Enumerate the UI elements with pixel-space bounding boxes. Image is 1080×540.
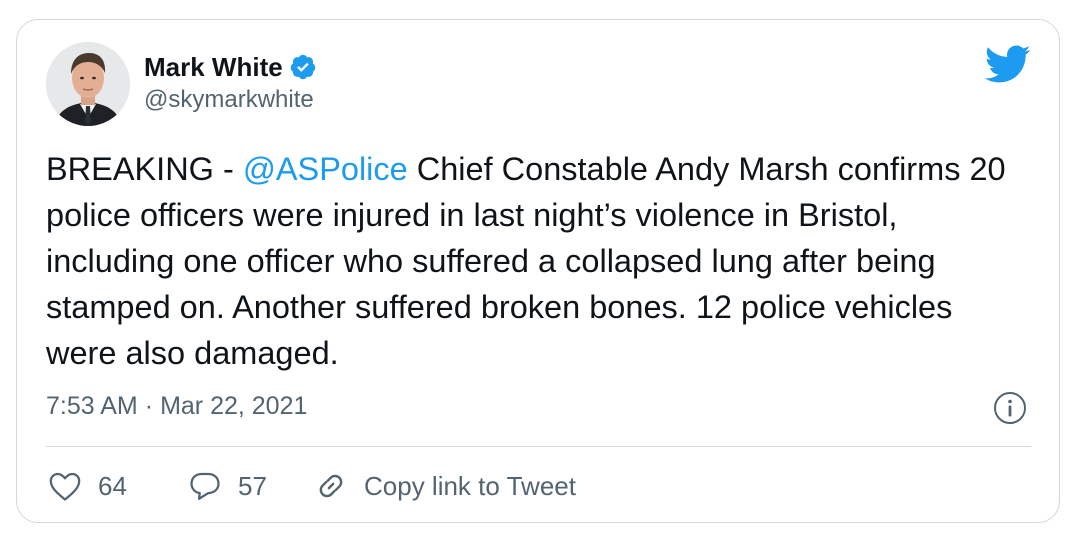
tweet-date[interactable]: Mar 22, 2021 [160, 392, 307, 420]
reply-bubble-icon [190, 472, 220, 500]
avatar[interactable] [46, 42, 130, 126]
tweet-text: BREAKING - @ASPolice Chief Constable And… [46, 146, 1006, 376]
link-icon [319, 474, 343, 498]
copy-link-label: Copy link to Tweet [364, 470, 576, 501]
reply-count: 57 [238, 470, 267, 501]
tweet-timestamp[interactable]: 7:53 AM · Mar 22, 2021 [46, 392, 307, 421]
like-count: 64 [98, 470, 127, 501]
author-name-row[interactable]: Mark White [144, 50, 317, 84]
avatar-photo [46, 42, 130, 126]
reply-button[interactable]: 57 [188, 466, 267, 506]
verified-badge-icon [289, 53, 317, 81]
copy-link-button[interactable]: Copy link to Tweet [314, 466, 576, 506]
heart-icon [49, 472, 81, 501]
tweet-text-lead: BREAKING - [46, 151, 243, 187]
tweet-time[interactable]: 7:53 AM [46, 392, 138, 420]
info-icon[interactable] [993, 391, 1027, 425]
mention-link[interactable]: @ASPolice [243, 151, 408, 187]
like-button[interactable]: 64 [48, 466, 127, 506]
author-display-name[interactable]: Mark White [144, 52, 283, 83]
twitter-bird-icon[interactable] [983, 44, 1031, 84]
divider [46, 446, 1031, 447]
timestamp-separator: · [144, 392, 154, 420]
author-handle[interactable]: @skymarkwhite [144, 86, 314, 114]
